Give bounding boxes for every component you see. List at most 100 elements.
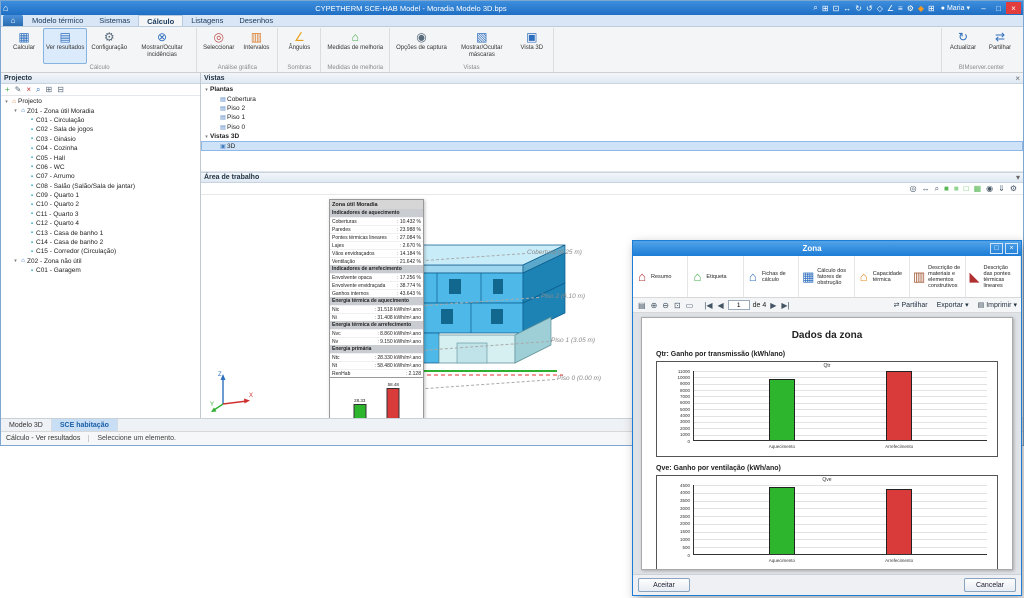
page-setup-icon[interactable]: ▤: [637, 301, 647, 310]
tree-item[interactable]: ▪C12 - Quarto 4: [1, 219, 200, 228]
tree-item[interactable]: ▪C11 - Quarto 3: [1, 210, 200, 219]
expander-icon[interactable]: ▾: [203, 87, 210, 93]
tree-item[interactable]: ▪C13 - Casa de banho 1: [1, 228, 200, 237]
tree-item[interactable]: ▤Piso 2: [201, 104, 1023, 113]
apps-grid-icon[interactable]: ⊞: [928, 4, 935, 13]
zoom-window-icon[interactable]: ⊞: [822, 4, 829, 13]
export-view-icon[interactable]: ⇓: [998, 184, 1005, 193]
zoom-out-icon[interactable]: ⊖: [661, 301, 670, 310]
tree-item[interactable]: ▤Piso 0: [201, 123, 1023, 132]
export-button[interactable]: Exportar ▾: [937, 301, 969, 309]
tab-modelo-termico[interactable]: Modelo térmico: [24, 15, 91, 26]
edit-icon[interactable]: ✎: [15, 85, 22, 94]
partilhar-button[interactable]: ⇄Partilhar: [982, 28, 1018, 64]
tree-item[interactable]: ▪C10 - Quarto 2: [1, 200, 200, 209]
mascaras-button[interactable]: ▧Mostrar/Ocultar máscaras: [451, 28, 513, 64]
expand-all-icon[interactable]: ⊞: [46, 85, 53, 94]
page-number-input[interactable]: [728, 300, 750, 310]
fit-width-icon[interactable]: ▭: [685, 301, 695, 310]
ver-resultados-button[interactable]: ▤Ver resultados: [43, 28, 87, 64]
tab-desenhos[interactable]: Desenhos: [231, 15, 281, 26]
seleccionar-button[interactable]: ◎Seleccionar: [200, 28, 237, 64]
measure-icon[interactable]: ∠: [887, 4, 894, 13]
tree-item[interactable]: ▪C02 - Sala de jogos: [1, 125, 200, 134]
tab-listagens[interactable]: Listagens: [183, 15, 231, 26]
close-button[interactable]: ×: [1006, 2, 1021, 14]
print-preview-area[interactable]: Dados da zona Qtr: Ganho por transmissão…: [633, 313, 1021, 574]
maximize-button[interactable]: □: [991, 2, 1006, 14]
zoom-all-icon[interactable]: ⊡: [833, 4, 840, 13]
search-icon[interactable]: ⌕: [813, 3, 817, 13]
collapse-workspace-icon[interactable]: ▾: [1016, 173, 1020, 182]
dialog-close-button[interactable]: ×: [1005, 243, 1018, 254]
etiqueta-button[interactable]: ⌂Etiqueta: [688, 256, 743, 297]
incidencias-button[interactable]: ⊗Mostrar/Ocultar incidências: [131, 28, 193, 64]
undo-icon[interactable]: ↺: [866, 4, 873, 13]
zoom-icon[interactable]: ⌕: [935, 184, 939, 194]
actualizar-button[interactable]: ↻Actualizar: [945, 28, 981, 64]
ortho-view-icon[interactable]: ◇: [877, 4, 883, 13]
tab-calculo[interactable]: Cálculo: [138, 15, 183, 26]
bimserver-icon[interactable]: ◆: [918, 4, 924, 13]
medidas-melhoria-button[interactable]: ⌂Medidas de melhoria: [324, 28, 386, 64]
tree-item[interactable]: ▤Piso 1: [201, 113, 1023, 122]
pan-icon[interactable]: ↔: [922, 184, 930, 193]
render-shaded-icon[interactable]: ■: [954, 184, 959, 193]
collapse-all-icon[interactable]: ⊟: [57, 85, 64, 94]
close-panel-icon[interactable]: ×: [1015, 74, 1020, 83]
fatores-de-obstrucao-button[interactable]: ▦Cálculo dos fatores de obstrução: [799, 256, 854, 297]
tree-item[interactable]: ▾⌂Z02 - Zona não útil: [1, 257, 200, 266]
opcoes-captura-button[interactable]: ◉Opções de captura: [393, 28, 450, 64]
search-icon[interactable]: ⌕: [36, 85, 40, 95]
share-button[interactable]: ⇄ Partilhar: [894, 301, 928, 309]
tree-item[interactable]: ▪C08 - Salão (Salão/Sala de jantar): [1, 182, 200, 191]
tab-sistemas[interactable]: Sistemas: [91, 15, 138, 26]
tree-item[interactable]: ▪C05 - Hall: [1, 153, 200, 162]
tree-item[interactable]: ▾Plantas: [201, 85, 1023, 94]
capacidade-termica-button[interactable]: ⌂Capacidade térmica: [855, 256, 910, 297]
fit-page-icon[interactable]: ⊡: [673, 301, 682, 310]
render-solid-icon[interactable]: ■: [944, 184, 949, 193]
tree-item[interactable]: ▪C14 - Casa de banho 2: [1, 238, 200, 247]
last-page-button[interactable]: ▶|: [780, 301, 790, 310]
expander-icon[interactable]: ▾: [12, 108, 19, 114]
tree-item[interactable]: ▪C07 - Arrumo: [1, 172, 200, 181]
settings-icon[interactable]: ⚙: [907, 4, 914, 13]
pontes-termicas-button[interactable]: ◣Descrição das pontes térmicas lineares: [966, 256, 1021, 297]
accept-button[interactable]: Aceitar: [638, 578, 690, 592]
expander-icon[interactable]: ▾: [203, 134, 210, 140]
delete-icon[interactable]: ×: [26, 85, 31, 94]
tree-item[interactable]: ▪C06 - WC: [1, 163, 200, 172]
expander-icon[interactable]: ▾: [3, 99, 10, 105]
previous-page-button[interactable]: ◀: [716, 301, 724, 310]
status-tab-2[interactable]: SCE habitação: [52, 419, 118, 431]
tree-item[interactable]: ▪C01 - Garagem: [1, 266, 200, 275]
tree-item[interactable]: ▪C15 - Corredor (Circulação): [1, 247, 200, 256]
render-edges-icon[interactable]: ▦: [974, 184, 982, 193]
first-page-button[interactable]: |◀: [703, 301, 713, 310]
pan-icon[interactable]: ↔: [843, 4, 851, 13]
tree-item[interactable]: ▾⌂Z01 - Zona útil Moradia: [1, 106, 200, 115]
user-menu[interactable]: ● Maria ▾: [938, 4, 973, 12]
tree-item[interactable]: ▤Cobertura: [201, 94, 1023, 103]
snapshot-icon[interactable]: ◉: [986, 184, 993, 193]
tree-item[interactable]: ▪C09 - Quarto 1: [1, 191, 200, 200]
tree-item[interactable]: ▾⌂Projecto: [1, 97, 200, 106]
configuracao-button[interactable]: ⚙Configuração: [88, 28, 130, 64]
tree-item[interactable]: ▪C04 - Cozinha: [1, 144, 200, 153]
status-tab-1[interactable]: Modelo 3D: [1, 419, 52, 431]
redraw-icon[interactable]: ↻: [855, 4, 862, 13]
tree-item[interactable]: ▪C01 - Circulação: [1, 116, 200, 125]
intervalos-button[interactable]: ▥Intervalos: [238, 28, 274, 64]
calcular-button[interactable]: ▦Calcular: [6, 28, 42, 64]
tree-item[interactable]: ▪C03 - Ginásio: [1, 135, 200, 144]
zoom-in-icon[interactable]: ⊕: [650, 301, 659, 310]
materiais-button[interactable]: ▥Descrição de materiais e elementos cons…: [910, 256, 965, 297]
view-settings-icon[interactable]: ⚙: [1010, 184, 1017, 193]
app-menu-button[interactable]: ⌂: [3, 15, 23, 26]
next-page-button[interactable]: ▶: [769, 301, 777, 310]
expander-icon[interactable]: ▾: [12, 258, 19, 264]
dialog-maximize-button[interactable]: □: [990, 243, 1003, 254]
fichas-de-calculo-button[interactable]: ⌂Fichas de cálculo: [744, 256, 799, 297]
tree-item[interactable]: ▾Vistas 3D: [201, 132, 1023, 141]
